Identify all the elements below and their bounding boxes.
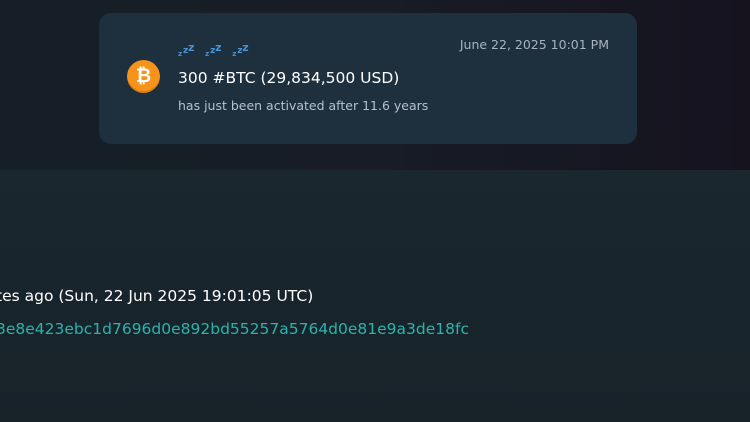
zzz-letter-large: z [215, 41, 222, 54]
zzz-letter-small: z [178, 50, 183, 58]
zzz-letter-small: z [205, 50, 210, 58]
zzz-icon: z z z [178, 41, 194, 59]
transaction-time: tes ago (Sun, 22 Jun 2025 19:01:05 UTC) [0, 287, 314, 305]
zzz-letter-large: z [242, 41, 249, 54]
sleeping-icons: z z z z z z z z z [178, 41, 254, 61]
zzz-icon: z z z [205, 41, 221, 59]
notification-title: 300 #BTC (29,834,500 USD) [178, 69, 400, 87]
notification-timestamp: June 22, 2025 10:01 PM [459, 37, 609, 52]
transaction-hash-link[interactable]: 3e8e423ebc1d7696d0e892bd55257a5764d0e81e… [0, 320, 469, 338]
bitcoin-icon: ₿ [127, 60, 160, 93]
zzz-icon: z z z [232, 41, 248, 59]
whale-alert-notification-card[interactable]: ₿ z z z z z z z z z June 22, 2025 10:01 … [99, 13, 637, 144]
zzz-letter-large: z [188, 41, 195, 54]
bitcoin-symbol: ₿ [135, 65, 152, 87]
zzz-letter-small: z [232, 50, 237, 58]
notification-subtitle: has just been activated after 11.6 years [178, 98, 429, 113]
